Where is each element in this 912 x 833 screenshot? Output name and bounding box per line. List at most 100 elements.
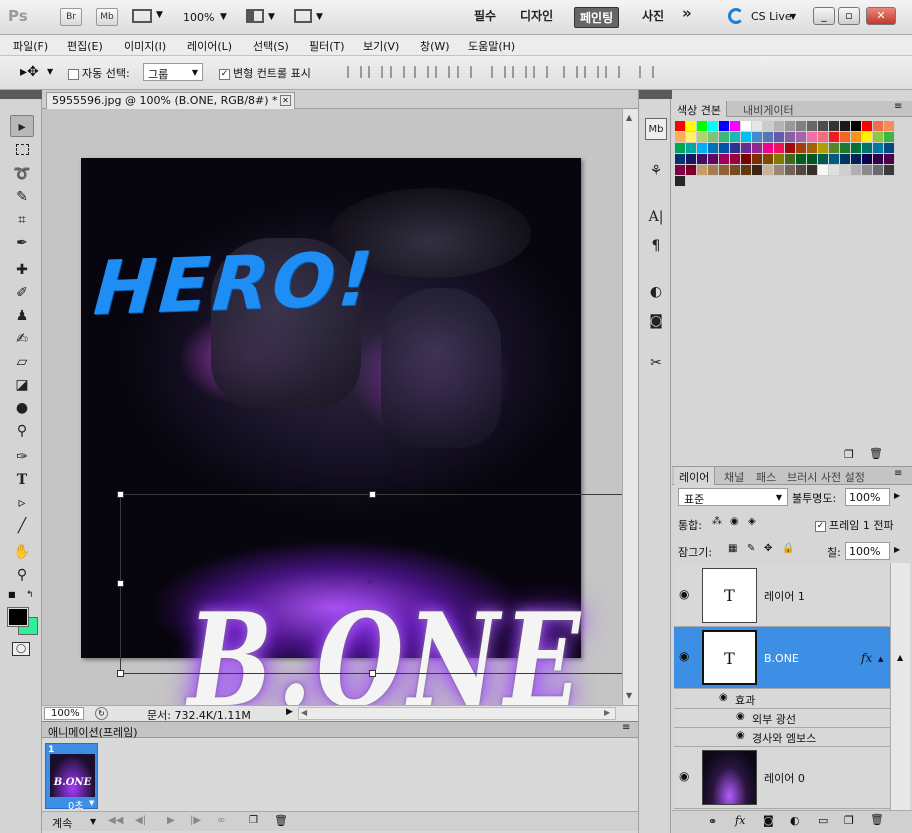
color-swatch[interactable]	[785, 143, 796, 154]
effect-eye-icon[interactable]: ◉	[736, 730, 745, 741]
color-swatch[interactable]	[752, 121, 763, 132]
color-swatch[interactable]	[697, 165, 708, 176]
fill-field[interactable]: 100%	[845, 542, 890, 560]
horizontal-scrollbar[interactable]: ◀ ▶	[298, 707, 616, 720]
distribute-bottom-icon[interactable]	[533, 66, 548, 78]
canvas-area[interactable]: HERO! B.ONE ⌖	[42, 109, 622, 705]
color-swatch[interactable]	[829, 132, 840, 143]
color-swatch[interactable]	[741, 121, 752, 132]
type-tool-icon[interactable]: T	[10, 469, 34, 491]
default-colors-icon[interactable]: ■	[8, 590, 16, 599]
effect-row-bevel-emboss[interactable]: ◉ 경사와 엠보스	[674, 728, 890, 747]
align-bottom-icon[interactable]	[390, 66, 405, 78]
auto-select-dropdown[interactable]: 그룹 ▼	[143, 63, 203, 81]
color-swatch[interactable]	[840, 143, 851, 154]
lock-pixels-icon[interactable]: ✎	[747, 543, 755, 554]
color-swatch[interactable]	[840, 165, 851, 176]
auto-align-icon[interactable]	[639, 66, 654, 78]
mini-bridge-panel-icon[interactable]: Mb	[645, 118, 667, 140]
color-swatch[interactable]	[851, 143, 862, 154]
chevron-down-icon[interactable]: ▼	[316, 12, 323, 22]
menu-edit[interactable]: 편집(E)	[67, 38, 103, 54]
animation-frame-1[interactable]: 1 B.ONE 0초 ▼	[45, 743, 98, 812]
dodge-tool-icon[interactable]: ⚲	[10, 420, 34, 442]
document-tab[interactable]: 5955596.jpg @ 100% (B.ONE, RGB/8#) * ✕	[46, 92, 295, 109]
menu-image[interactable]: 이미지(I)	[124, 38, 166, 54]
color-swatch[interactable]	[785, 121, 796, 132]
healing-brush-tool-icon[interactable]: ✚	[10, 259, 34, 281]
color-swatch[interactable]	[807, 154, 818, 165]
layer-row-layer0[interactable]: ◉ 레이어 0	[674, 747, 890, 809]
path-selection-tool-icon[interactable]: ▹	[10, 492, 34, 514]
color-swatch[interactable]	[796, 154, 807, 165]
distribute-top-icon[interactable]	[491, 66, 506, 78]
color-swatch[interactable]	[884, 154, 895, 165]
align-right-icon[interactable]	[457, 66, 472, 78]
color-swatch[interactable]	[697, 143, 708, 154]
menu-layer[interactable]: 레이어(L)	[187, 38, 232, 54]
color-swatch[interactable]	[708, 165, 719, 176]
tab-navigator[interactable]: 내비게이터	[739, 102, 798, 118]
eyedropper-tool-icon[interactable]: ✒	[10, 232, 34, 254]
color-swatch[interactable]	[873, 165, 884, 176]
color-swatch[interactable]	[829, 143, 840, 154]
color-swatch[interactable]	[774, 165, 785, 176]
color-swatch[interactable]	[686, 143, 697, 154]
color-swatch[interactable]	[675, 132, 686, 143]
clone-stamp-tool-icon[interactable]: ♟	[10, 305, 34, 327]
scroll-right-icon[interactable]: ▶	[604, 708, 610, 717]
quick-select-tool-icon[interactable]: ✎	[10, 186, 34, 208]
color-swatch[interactable]	[807, 165, 818, 176]
color-swatch[interactable]	[796, 121, 807, 132]
color-swatch[interactable]	[719, 132, 730, 143]
zoom-tool-icon[interactable]: ⚲	[10, 564, 34, 586]
color-swatch[interactable]	[741, 165, 752, 176]
effect-eye-icon[interactable]: ◉	[736, 711, 745, 722]
close-window-button[interactable]: ✕	[866, 7, 896, 25]
color-swatch[interactable]	[675, 165, 686, 176]
color-swatch[interactable]	[873, 143, 884, 154]
workspace-photography[interactable]: 사진	[642, 7, 664, 24]
color-swatch[interactable]	[763, 154, 774, 165]
color-swatch[interactable]	[697, 121, 708, 132]
color-swatch[interactable]	[730, 154, 741, 165]
bridge-button[interactable]: Br	[60, 8, 82, 26]
swap-colors-icon[interactable]: ↰	[26, 590, 34, 600]
color-swatch[interactable]	[719, 154, 730, 165]
lasso-tool-icon[interactable]: ➰	[10, 163, 34, 185]
color-swatch[interactable]	[675, 143, 686, 154]
align-top-icon[interactable]	[347, 66, 362, 78]
color-swatch[interactable]	[851, 165, 862, 176]
auto-select-checkbox[interactable]: 자동 선택:	[68, 65, 130, 81]
color-swatch[interactable]	[862, 121, 873, 132]
masks-panel-icon[interactable]: ◙	[645, 310, 667, 332]
color-swatch[interactable]	[686, 154, 697, 165]
new-swatch-icon[interactable]: ❐	[844, 448, 854, 461]
effect-row-outer-glow[interactable]: ◉ 외부 광선	[674, 709, 890, 728]
layer-name[interactable]: B.ONE	[764, 652, 799, 665]
tab-layers[interactable]: 레이어	[674, 467, 716, 485]
menu-help[interactable]: 도움말(H)	[468, 38, 515, 54]
scroll-down-icon[interactable]: ▼	[626, 691, 632, 700]
color-swatch[interactable]	[730, 143, 741, 154]
frame-delay[interactable]: 0초	[68, 797, 84, 812]
distribute-right-icon[interactable]	[605, 66, 620, 78]
next-frame-icon[interactable]: |▶	[190, 815, 201, 826]
line-tool-icon[interactable]: ╱	[10, 515, 34, 537]
transform-handle-left[interactable]	[117, 580, 124, 587]
color-swatch[interactable]	[884, 132, 895, 143]
paint-bucket-tool-icon[interactable]: ◪	[10, 374, 34, 396]
color-swatch[interactable]	[862, 154, 873, 165]
animation-tab[interactable]: 애니메이션(프레임)	[48, 724, 138, 740]
color-swatch[interactable]	[686, 121, 697, 132]
loop-options[interactable]: 계속	[52, 815, 72, 831]
color-swatch[interactable]	[763, 121, 774, 132]
color-swatch[interactable]	[675, 121, 686, 132]
move-tool-icon[interactable]: ▸	[10, 115, 34, 137]
lock-transparency-icon[interactable]: ▦	[728, 543, 737, 554]
pen-tool-icon[interactable]: ✑	[10, 446, 34, 468]
color-swatch[interactable]	[873, 132, 884, 143]
screen-mode-icon[interactable]	[294, 9, 312, 23]
color-swatch[interactable]	[840, 132, 851, 143]
layer-name[interactable]: 레이어 1	[764, 588, 805, 604]
